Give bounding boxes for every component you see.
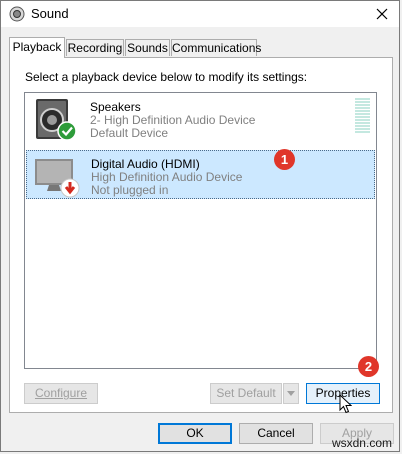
device-status: Default Device: [90, 126, 169, 140]
title-bar[interactable]: Sound: [1, 1, 399, 27]
chevron-down-icon: [287, 390, 295, 396]
device-item-hdmi[interactable]: Digital Audio (HDMI) High Definition Aud…: [26, 150, 375, 199]
close-icon: [376, 8, 388, 20]
speakers-icon: [36, 99, 77, 141]
tab-playback[interactable]: Playback: [9, 37, 65, 58]
set-default-dropdown[interactable]: [283, 383, 299, 404]
default-check-icon: [57, 121, 77, 141]
instruction-text: Select a playback device below to modify…: [25, 70, 308, 84]
monitor-icon: [35, 159, 80, 198]
configure-label: Configure: [34, 386, 88, 400]
annotation-badge-1: 1: [274, 149, 295, 170]
watermark-text: wsxdn.com: [331, 436, 392, 450]
tab-communications[interactable]: Communications: [171, 39, 261, 56]
unplugged-arrow-icon: [60, 178, 80, 198]
set-default-button[interactable]: Set Default: [210, 383, 282, 404]
tab-sounds[interactable]: Sounds: [125, 39, 170, 56]
sound-dialog: Sound Playback Recording Sounds Communic…: [0, 0, 400, 452]
set-default-label: Set Default: [216, 386, 276, 400]
window-title: Sound: [31, 6, 69, 21]
annotation-badge-2: 2: [358, 356, 379, 377]
device-item-speakers[interactable]: Speakers 2- High Definition Audio Device…: [26, 94, 375, 143]
device-name: Digital Audio (HDMI): [91, 157, 200, 171]
tab-recording[interactable]: Recording: [66, 39, 124, 56]
speaker-icon: [9, 6, 25, 22]
mouse-cursor-icon: [339, 394, 352, 414]
ok-button[interactable]: OK: [158, 423, 232, 444]
cancel-button[interactable]: Cancel: [239, 423, 313, 444]
device-name: Speakers: [90, 100, 141, 114]
playback-panel: Select a playback device below to modify…: [9, 57, 393, 413]
configure-button[interactable]: Configure: [24, 383, 98, 404]
device-status: Not plugged in: [91, 183, 169, 197]
device-description: High Definition Audio Device: [91, 170, 243, 184]
device-list[interactable]: Speakers 2- High Definition Audio Device…: [24, 92, 377, 369]
device-description: 2- High Definition Audio Device: [90, 113, 256, 127]
volume-meter: [355, 98, 370, 136]
close-button[interactable]: [365, 1, 399, 27]
